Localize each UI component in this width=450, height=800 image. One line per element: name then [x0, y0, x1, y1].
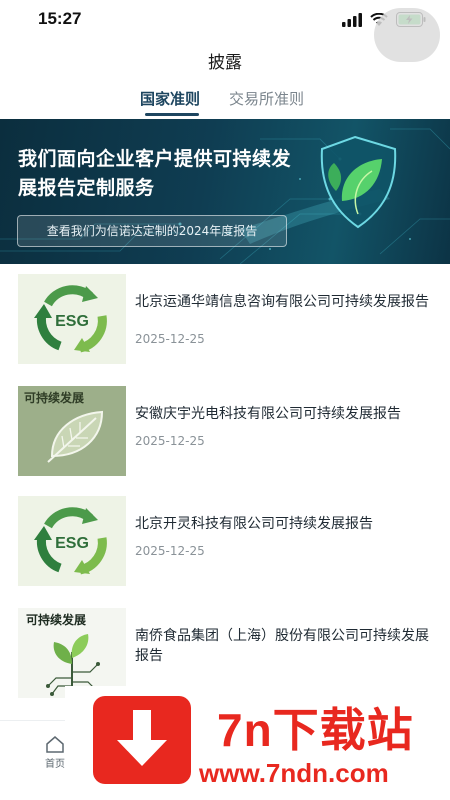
- esg-recycle-icon: ESG: [18, 496, 126, 586]
- report-thumbnail: ESG: [18, 496, 126, 586]
- banner-title: 我们面向企业客户提供可持续发展报告定制服务: [18, 148, 292, 199]
- home-icon: [46, 736, 64, 753]
- report-title: 北京运通华靖信息咨询有限公司可持续发展报告: [135, 294, 429, 310]
- report-date: 2025-12-25: [135, 434, 205, 448]
- esg-recycle-icon: ESG: [18, 274, 126, 364]
- report-thumbnail: ESG: [18, 274, 126, 364]
- svg-text:可持续发展: 可持续发展: [26, 612, 86, 627]
- tab-national-standards[interactable]: 国家准则: [140, 88, 200, 109]
- plant-circuit-icon: 可持续发展: [18, 608, 126, 698]
- svg-text:可持续发展: 可持续发展: [24, 390, 84, 405]
- tab-bar: 国家准则 交易所准则: [0, 86, 450, 116]
- report-title: 北京开灵科技有限公司可持续发展报告: [135, 516, 373, 532]
- watermark-overlay: 7n下载站 www.7ndn.com: [65, 686, 450, 800]
- report-thumbnail: 可持续发展: [18, 386, 126, 476]
- promo-banner[interactable]: 我们面向企业客户提供可持续发展报告定制服务 查看我们为信诺达定制的2024年度报…: [0, 119, 450, 264]
- tab-exchange-standards[interactable]: 交易所准则: [229, 88, 304, 109]
- status-time: 15:27: [38, 9, 82, 28]
- report-item[interactable]: 可持续发展 安徽庆宇光电科技有限公司可持续发展报告 2025-12-25: [0, 376, 450, 486]
- page-title: 披露: [208, 53, 242, 73]
- active-tab-indicator: [145, 113, 199, 116]
- watermark-name: 7n下载站: [217, 704, 414, 756]
- signal-icon: [342, 12, 362, 27]
- report-title: 安徽庆宇光电科技有限公司可持续发展报告: [135, 406, 401, 422]
- svg-text:ESG: ESG: [55, 535, 89, 552]
- svg-text:ESG: ESG: [55, 313, 89, 330]
- watermark-url: www.7ndn.com: [199, 758, 389, 788]
- report-thumbnail: 可持续发展: [18, 608, 126, 698]
- report-date: 2025-12-25: [135, 544, 205, 558]
- download-arrow-icon: [93, 696, 191, 784]
- banner-view-report-button[interactable]: 查看我们为信诺达定制的2024年度报告: [17, 215, 287, 247]
- report-title: 南侨食品集团（上海）股份有限公司可持续发展报告: [135, 628, 429, 664]
- report-item[interactable]: ESG 北京运通华靖信息咨询有限公司可持续发展报告 2025-12-25: [0, 264, 450, 374]
- leaf-icon: 可持续发展: [18, 386, 126, 476]
- report-date: 2025-12-25: [135, 332, 205, 346]
- report-item[interactable]: ESG 北京开灵科技有限公司可持续发展报告 2025-12-25: [0, 486, 450, 596]
